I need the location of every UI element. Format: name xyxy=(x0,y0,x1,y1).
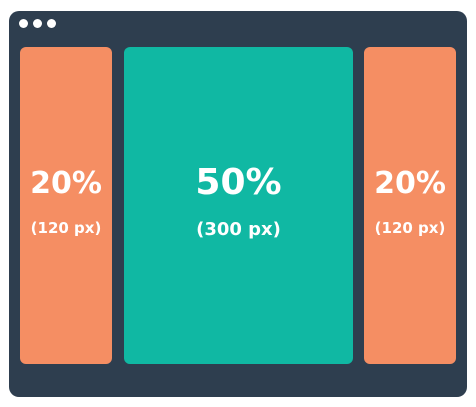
window-dot-icon xyxy=(47,19,56,28)
right-column: 20% (120 px) xyxy=(364,47,456,364)
browser-window: 20% (120 px) 50% (300 px) 20% (120 px) xyxy=(9,11,467,397)
center-column: 50% (300 px) xyxy=(124,47,353,364)
right-column-pixels: (120 px) xyxy=(374,218,446,237)
left-column-percent: 20% xyxy=(30,165,102,201)
center-column-percent: 50% xyxy=(195,162,282,203)
window-controls xyxy=(19,19,56,28)
right-column-percent: 20% xyxy=(374,165,446,201)
left-column-pixels: (120 px) xyxy=(30,218,102,237)
left-column: 20% (120 px) xyxy=(20,47,112,364)
window-dot-icon xyxy=(33,19,42,28)
center-column-pixels: (300 px) xyxy=(196,219,281,240)
window-dot-icon xyxy=(19,19,28,28)
